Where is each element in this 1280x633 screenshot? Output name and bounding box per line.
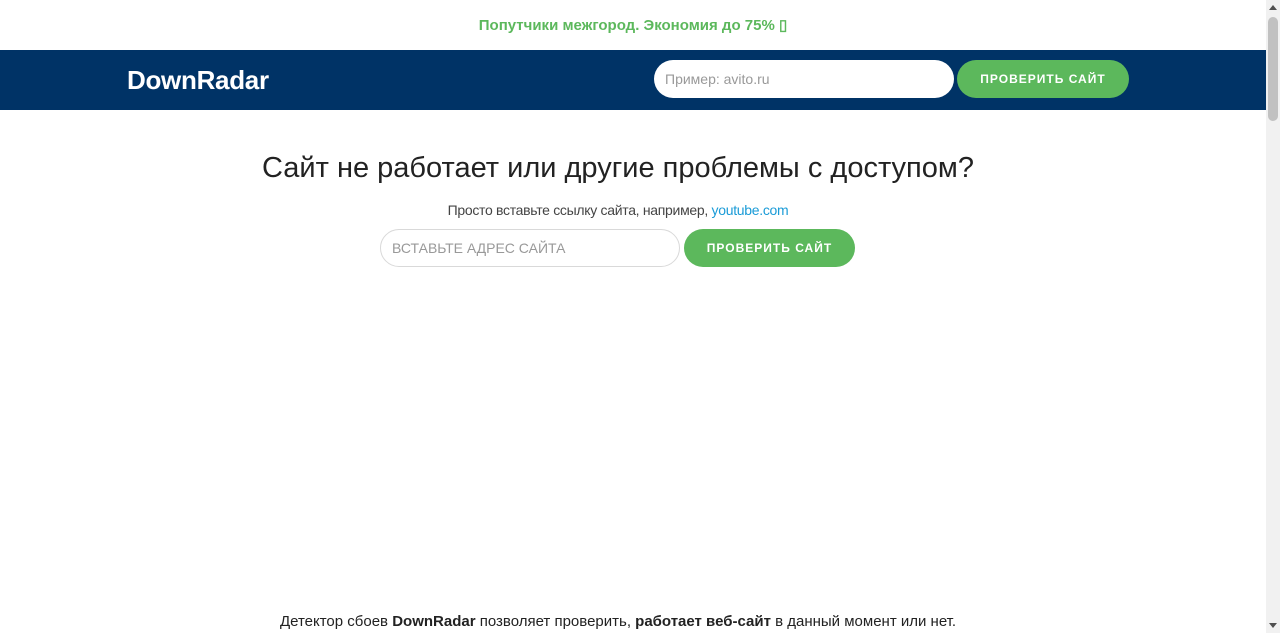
site-logo[interactable]: DownRadar	[127, 63, 269, 97]
promo-text[interactable]: Попутчики межгород. Экономия до 75%	[479, 17, 779, 34]
description-part-3: в данный момент или нет.	[770, 613, 957, 630]
promo-bar: Попутчики межгород. Экономия до 75% ▯	[0, 0, 1266, 50]
scroll-up-arrow-icon[interactable]	[1269, 5, 1277, 10]
description-brand: DownRadar	[392, 613, 476, 630]
description-emphasis: работает веб-сайт	[635, 613, 771, 630]
hero-subtitle-text: Просто вставьте ссылку сайта, например,	[447, 202, 712, 218]
scroll-down-arrow-icon[interactable]	[1269, 623, 1277, 628]
site-header: DownRadar Проверить сайт	[0, 50, 1266, 110]
hero-subtitle: Просто вставьте ссылку сайта, например, …	[0, 200, 1236, 220]
description-part-1: Детектор сбоев	[279, 613, 393, 630]
description-text: Детектор сбоев DownRadar позволяет прове…	[0, 612, 1236, 632]
site-url-input[interactable]	[380, 229, 680, 267]
vertical-scrollbar[interactable]	[1266, 0, 1280, 633]
header-search-input[interactable]	[654, 60, 954, 98]
page-title: Сайт не работает или другие проблемы с д…	[262, 152, 974, 184]
description-part-2: позволяет проверить,	[475, 613, 636, 630]
main-check-button[interactable]: Проверить сайт	[684, 229, 855, 267]
promo-emoji-icon: ▯	[778, 17, 788, 34]
header-check-button[interactable]: Проверить сайт	[957, 60, 1129, 98]
scroll-thumb[interactable]	[1268, 17, 1278, 121]
promo-link[interactable]: Попутчики межгород. Экономия до 75% ▯	[479, 16, 788, 34]
example-link[interactable]: youtube.com	[712, 202, 789, 218]
